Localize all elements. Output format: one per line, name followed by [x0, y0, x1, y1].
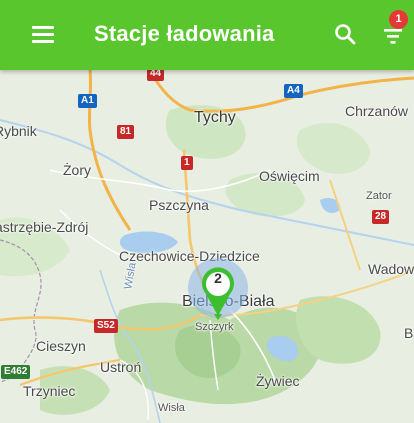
place-label: Wadow [368, 261, 414, 277]
place-label: Cieszyn [36, 338, 86, 354]
place-label: Jastrzębie-Zdrój [0, 219, 89, 235]
page-title: Stacje ładowania [94, 21, 275, 46]
road-shield: E462 [1, 365, 31, 379]
map-view[interactable]: 44 A1 A4 81 1 28 S52 E462 Rybnik Tychy C… [0, 70, 414, 423]
place-label: Żywiec [256, 373, 300, 389]
menu-button[interactable] [32, 26, 54, 44]
place-label: Tychy [194, 109, 236, 126]
place-label: Ustroń [100, 359, 142, 375]
app-bar: Stacje ładowania 1 [0, 0, 414, 70]
search-button[interactable] [333, 22, 357, 46]
place-label: Żory [63, 162, 91, 178]
road-shield: A1 [78, 94, 97, 108]
cluster-count: 2 [214, 270, 222, 286]
menu-icon-line [32, 26, 54, 29]
road-shield: A4 [284, 84, 303, 98]
menu-icon-line [32, 33, 54, 36]
place-label: Pszczyna [149, 197, 209, 213]
place-label: B [404, 325, 414, 341]
road-shield: S52 [94, 319, 118, 333]
road-shield: 81 [117, 125, 135, 139]
search-icon [335, 24, 356, 45]
place-label: Oświęcim [259, 168, 320, 184]
road-shield: 1 [181, 156, 193, 170]
place-label: Rybnik [0, 123, 37, 139]
road-shield: 44 [147, 70, 165, 81]
menu-icon-line [32, 40, 54, 43]
place-label: Zator [366, 190, 392, 202]
place-label: Trzyniec [23, 383, 76, 399]
road-shield: 28 [372, 210, 390, 224]
filter-button[interactable]: 1 [380, 10, 410, 50]
place-label: Chrzanów [345, 103, 409, 119]
place-label: Wisła [158, 402, 185, 414]
filter-count-badge: 1 [389, 10, 408, 29]
